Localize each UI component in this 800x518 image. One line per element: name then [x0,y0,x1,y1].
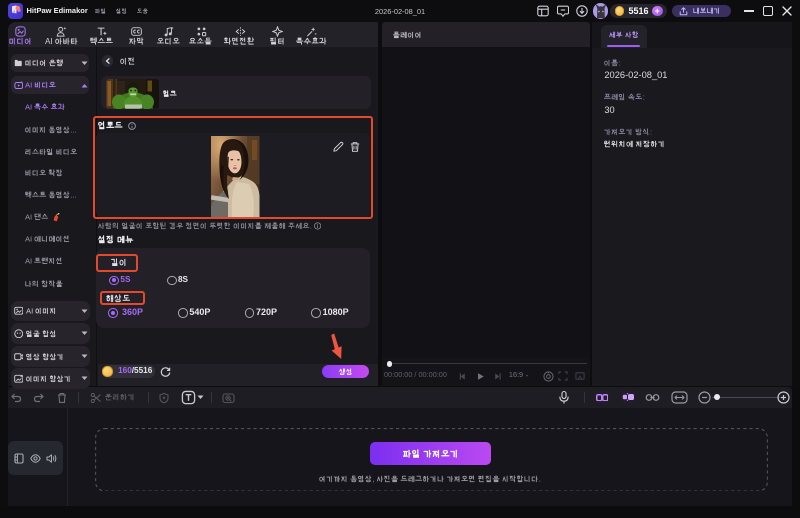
svg-text:AI: AI [25,103,32,111]
svg-text:AI: AI [26,307,33,315]
svg-text::: : [643,93,645,101]
svg-text:AI: AI [25,81,32,89]
svg-text:AI: AI [45,37,53,46]
svg-text:.: . [309,222,311,230]
svg-text::: : [650,128,652,136]
svg-text:AI: AI [25,235,32,243]
svg-text:...: ... [70,191,76,199]
svg-text:.: . [539,475,541,483]
svg-text:AI: AI [25,213,32,221]
svg-text::: : [619,59,621,67]
svg-text:AI: AI [25,257,32,265]
svg-text:,: , [372,475,374,483]
svg-text:...: ... [70,126,76,134]
